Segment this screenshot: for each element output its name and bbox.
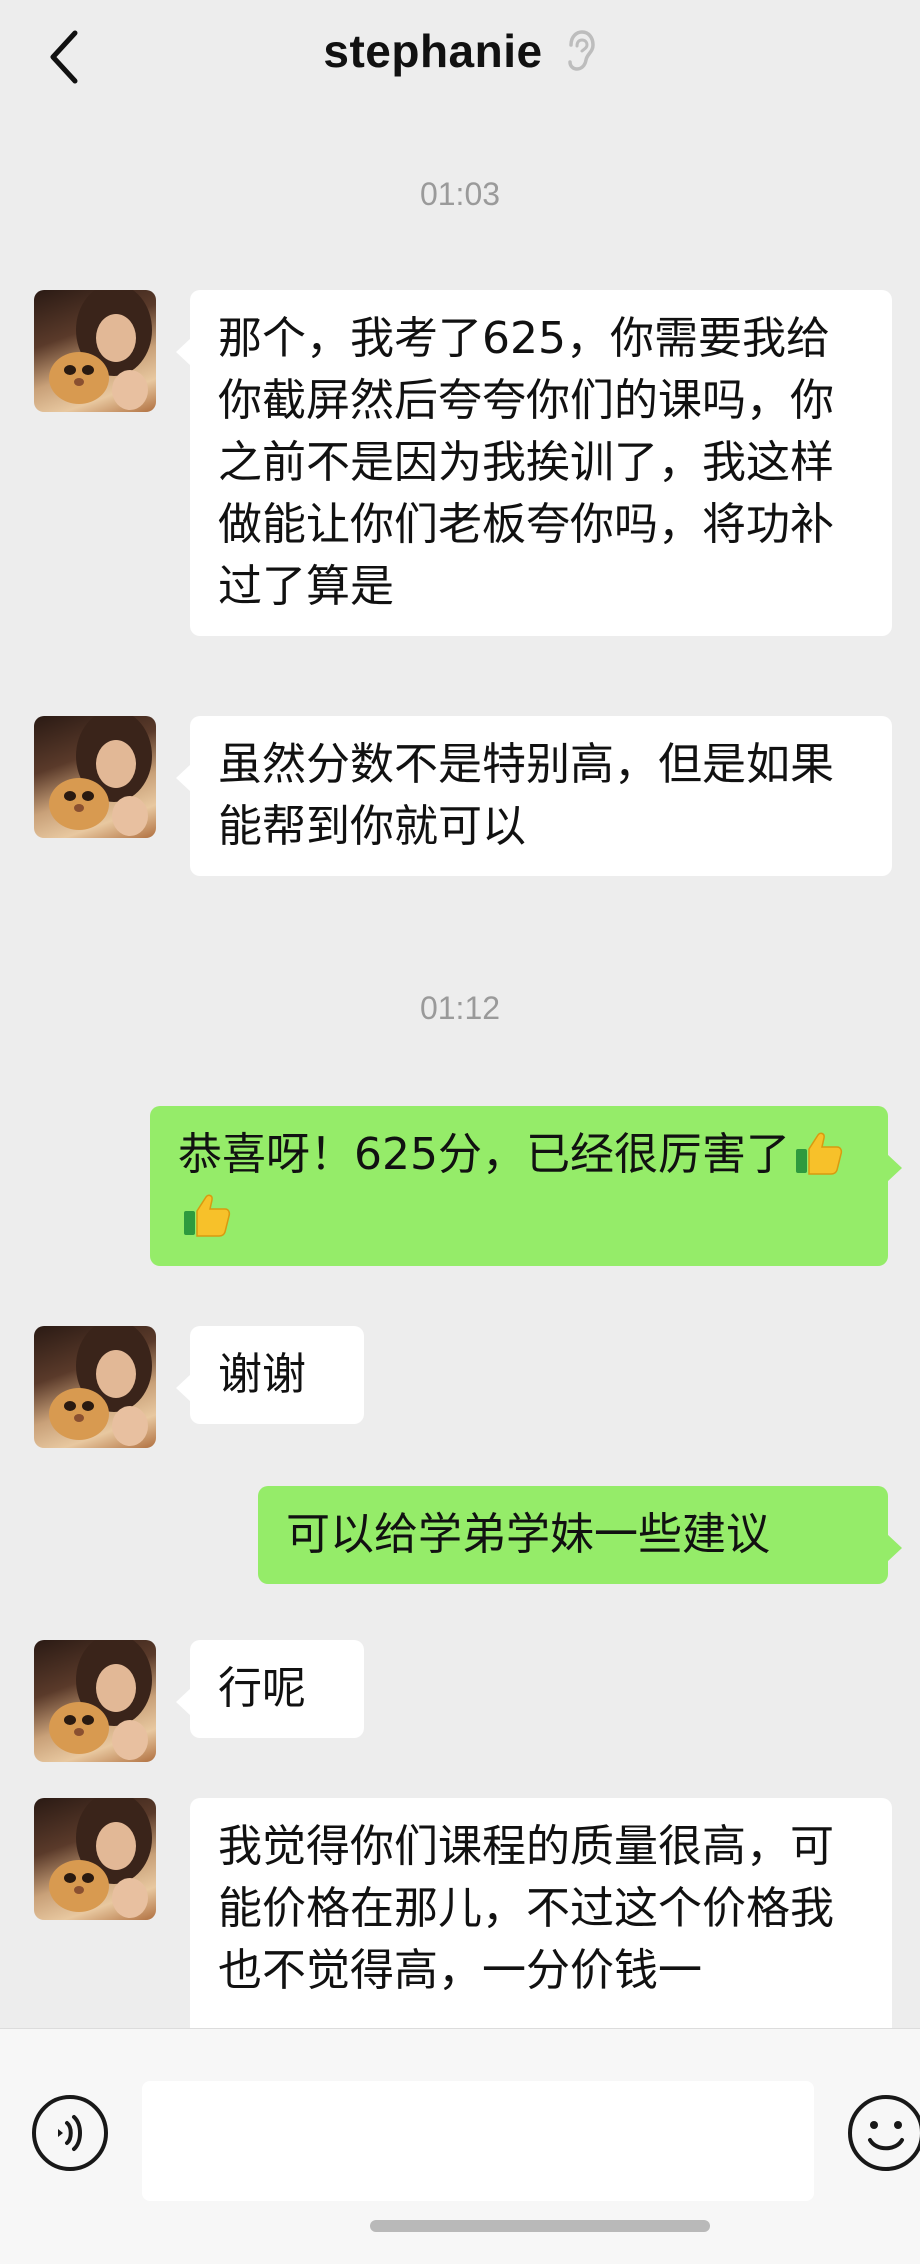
timestamp: 01:12	[419, 990, 501, 1026]
message-input[interactable]	[142, 2081, 814, 2201]
avatar[interactable]	[34, 1640, 156, 1762]
timestamp: 01:03	[419, 176, 501, 212]
message-bubble-incoming[interactable]: 行呢	[176, 1640, 364, 1738]
avatar[interactable]	[34, 290, 156, 412]
message-bubble-incoming[interactable]: 那个，我考了625，你需要我给你截屏然后夸夸你们的课吗，你之前不是因为我挨训了，…	[176, 290, 892, 636]
message-text: 恭喜呀！625分，已经很厉害了	[178, 1129, 790, 1180]
home-indicator	[370, 2220, 710, 2232]
message-bubble-incoming[interactable]: 我觉得你们课程的质量很高，可能价格在那儿，不过这个价格我也不觉得高，一分价钱一	[190, 1798, 892, 2058]
message-bubble-outgoing[interactable]: 可以给学弟学妹一些建议	[258, 1486, 902, 1584]
message-bubble-incoming[interactable]: 谢谢	[176, 1326, 364, 1424]
chat-title-container: stephanie	[0, 24, 920, 78]
thumbs-up-icon	[795, 1132, 843, 1175]
ear-icon	[563, 29, 597, 73]
chat-header: stephanie	[0, 0, 920, 120]
thumbs-up-icon	[184, 1194, 231, 1237]
avatar[interactable]	[34, 716, 156, 838]
emoji-icon	[848, 2095, 920, 2171]
message-bubble-incoming[interactable]: 虽然分数不是特别高，但是如果能帮到你就可以	[176, 716, 892, 876]
chat-title: stephanie	[323, 25, 543, 77]
message-bubble-outgoing[interactable]: 恭喜呀！625分，已经很厉害了	[150, 1106, 902, 1266]
avatar[interactable]	[34, 1326, 156, 1448]
emoji-button[interactable]	[846, 2093, 920, 2173]
voice-icon	[32, 2095, 108, 2171]
avatar[interactable]	[34, 1798, 156, 1920]
voice-button[interactable]	[30, 2093, 110, 2173]
